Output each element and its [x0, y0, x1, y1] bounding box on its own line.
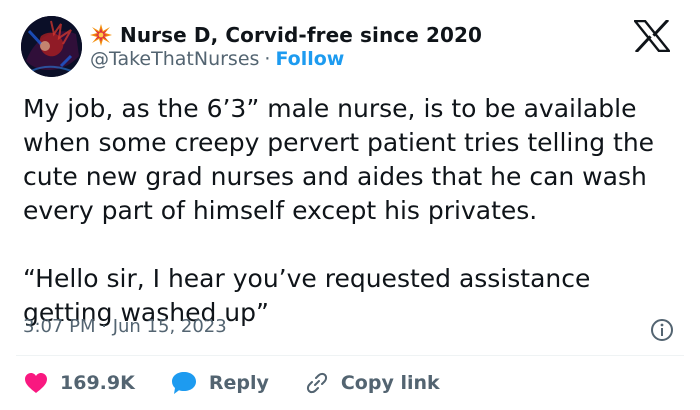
copy-link-label: Copy link: [340, 372, 440, 394]
handle-separator: ·: [264, 48, 271, 70]
reply-button[interactable]: Reply: [171, 371, 269, 395]
speech-bubble-icon: [171, 372, 196, 394]
collision-burst-icon: [90, 24, 112, 46]
display-name[interactable]: Nurse D, Corvid-free since 2020: [120, 23, 482, 47]
handle-row: @TakeThatNurses · Follow: [90, 48, 344, 70]
info-icon[interactable]: [650, 318, 674, 342]
avatar[interactable]: [21, 16, 82, 77]
x-logo-icon[interactable]: [633, 18, 671, 54]
divider: [16, 355, 684, 356]
author-name-row: Nurse D, Corvid-free since 2020: [90, 22, 482, 48]
tweet-text: My job, as the 6’3” male nurse, is to be…: [23, 92, 683, 330]
copy-link-button[interactable]: Copy link: [305, 371, 440, 395]
tweet-card: Nurse D, Corvid-free since 2020 @TakeTha…: [0, 0, 700, 410]
follow-button[interactable]: Follow: [275, 48, 344, 70]
link-icon: [306, 372, 327, 394]
reply-label: Reply: [208, 372, 269, 394]
timestamp[interactable]: 3:07 PM · Jun 15, 2023: [23, 316, 227, 337]
like-count: 169.9K: [60, 372, 135, 394]
avatar-image: [21, 16, 82, 77]
user-handle[interactable]: @TakeThatNurses: [90, 48, 259, 70]
like-button[interactable]: 169.9K: [24, 372, 135, 394]
heart-icon: [25, 373, 47, 393]
action-bar: 169.9K Reply Copy link: [24, 365, 476, 401]
tweet-paragraph: My job, as the 6’3” male nurse, is to be…: [23, 94, 655, 225]
